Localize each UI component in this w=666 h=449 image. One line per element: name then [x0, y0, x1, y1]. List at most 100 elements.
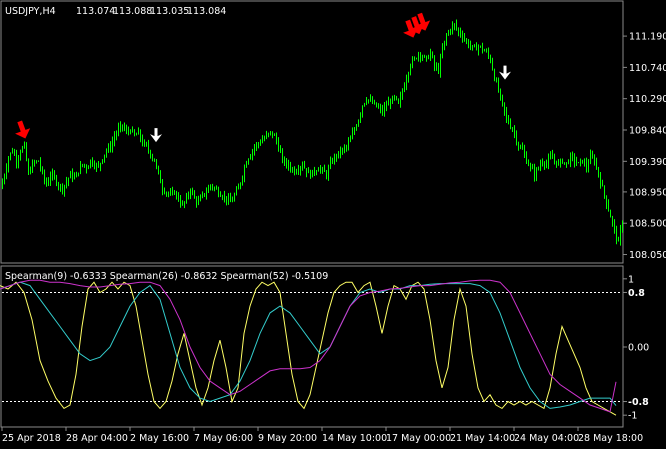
candle-body	[262, 139, 263, 143]
candle-body	[158, 166, 159, 173]
candle-body	[14, 151, 15, 156]
candle-body	[402, 91, 403, 97]
candle-body	[526, 154, 527, 164]
candle-body	[352, 132, 353, 139]
candle-body	[66, 181, 67, 186]
time-tick-label: 24 May 04:00	[514, 433, 579, 444]
candle-body	[236, 189, 237, 195]
candle-body	[230, 197, 231, 202]
candle-body	[622, 221, 623, 230]
candle-body	[394, 96, 395, 98]
candle-body	[404, 86, 405, 92]
candle-body	[602, 184, 603, 187]
candle-body	[310, 170, 311, 178]
candle-body	[610, 210, 611, 218]
candle-body	[70, 172, 71, 179]
candle-body	[426, 55, 427, 58]
candle-body	[108, 146, 109, 151]
candle-body	[124, 126, 125, 129]
time-tick-label: 28 Apr 04:00	[66, 433, 128, 444]
candle-body	[114, 136, 115, 142]
candle-body	[60, 185, 61, 187]
candle-body	[444, 40, 445, 49]
time-tick-label: 14 May 10:00	[322, 433, 387, 444]
candle-body	[322, 168, 323, 170]
candle-body	[438, 66, 439, 73]
candle-body	[208, 187, 209, 193]
candle-body	[476, 46, 477, 51]
candle-body	[224, 196, 225, 198]
candle-body	[502, 95, 503, 103]
candle-body	[172, 191, 173, 194]
candle-body	[152, 155, 153, 159]
candle-body	[572, 154, 573, 157]
candle-body	[590, 154, 591, 164]
candle-body	[38, 160, 39, 162]
candle-body	[570, 154, 571, 164]
time-tick-label: 21 May 14:00	[450, 433, 515, 444]
candle-body	[524, 149, 525, 155]
candle-body	[120, 124, 121, 128]
candle-body	[344, 147, 345, 149]
candle-body	[296, 171, 297, 174]
candle-body	[512, 128, 513, 131]
candle-body	[466, 39, 467, 42]
candle-body	[6, 168, 7, 176]
candle-body	[338, 151, 339, 157]
candle-body	[24, 143, 25, 148]
candle-body	[82, 164, 83, 166]
candle-body	[200, 196, 201, 201]
candle-body	[508, 117, 509, 124]
candle-body	[174, 191, 175, 195]
candle-body	[334, 155, 335, 163]
candle-body	[568, 162, 569, 164]
candle-body	[234, 194, 235, 200]
candle-body	[496, 79, 497, 82]
candle-body	[284, 158, 285, 164]
candle-body	[378, 106, 379, 108]
candle-body	[100, 163, 101, 167]
candle-body	[246, 162, 247, 168]
candle-body	[12, 151, 13, 153]
candle-body	[46, 179, 47, 186]
candle-body	[396, 96, 397, 100]
candle-body	[216, 188, 217, 190]
candle-body	[48, 181, 49, 186]
time-tick-label: 7 May 06:00	[194, 433, 253, 444]
candle-body	[482, 46, 483, 51]
candle-body	[408, 72, 409, 80]
candle-body	[428, 57, 429, 59]
candle-body	[548, 158, 549, 165]
candle-body	[382, 108, 383, 113]
candle-body	[448, 31, 449, 35]
candle-body	[182, 204, 183, 206]
candle-body	[150, 150, 151, 156]
candle-body	[8, 157, 9, 169]
candle-body	[582, 159, 583, 163]
candle-body	[544, 162, 545, 166]
candle-body	[454, 23, 455, 26]
candle-body	[264, 138, 265, 140]
trading-chart[interactable]: USDJPY,H4 113.074 113.088 113.035 113.08…	[0, 0, 666, 449]
candle-body	[564, 162, 565, 164]
candle-body	[358, 120, 359, 127]
candle-body	[522, 147, 523, 150]
indicator-tick-label: -0.8	[628, 397, 649, 408]
candle-body	[204, 193, 205, 196]
candle-body	[566, 162, 567, 164]
candle-body	[36, 160, 37, 163]
candle-body	[134, 130, 135, 136]
candle-body	[304, 165, 305, 169]
candle-body	[488, 51, 489, 57]
candle-body	[318, 169, 319, 172]
candle-body	[450, 30, 451, 32]
candle-body	[160, 172, 161, 184]
candle-body	[22, 147, 23, 152]
price-tick-label: 109.390	[629, 157, 666, 168]
candle-body	[492, 61, 493, 70]
candle-body	[556, 160, 557, 165]
candle-body	[468, 41, 469, 46]
candle-body	[190, 190, 191, 195]
candle-body	[434, 57, 435, 67]
candle-body	[20, 151, 21, 158]
